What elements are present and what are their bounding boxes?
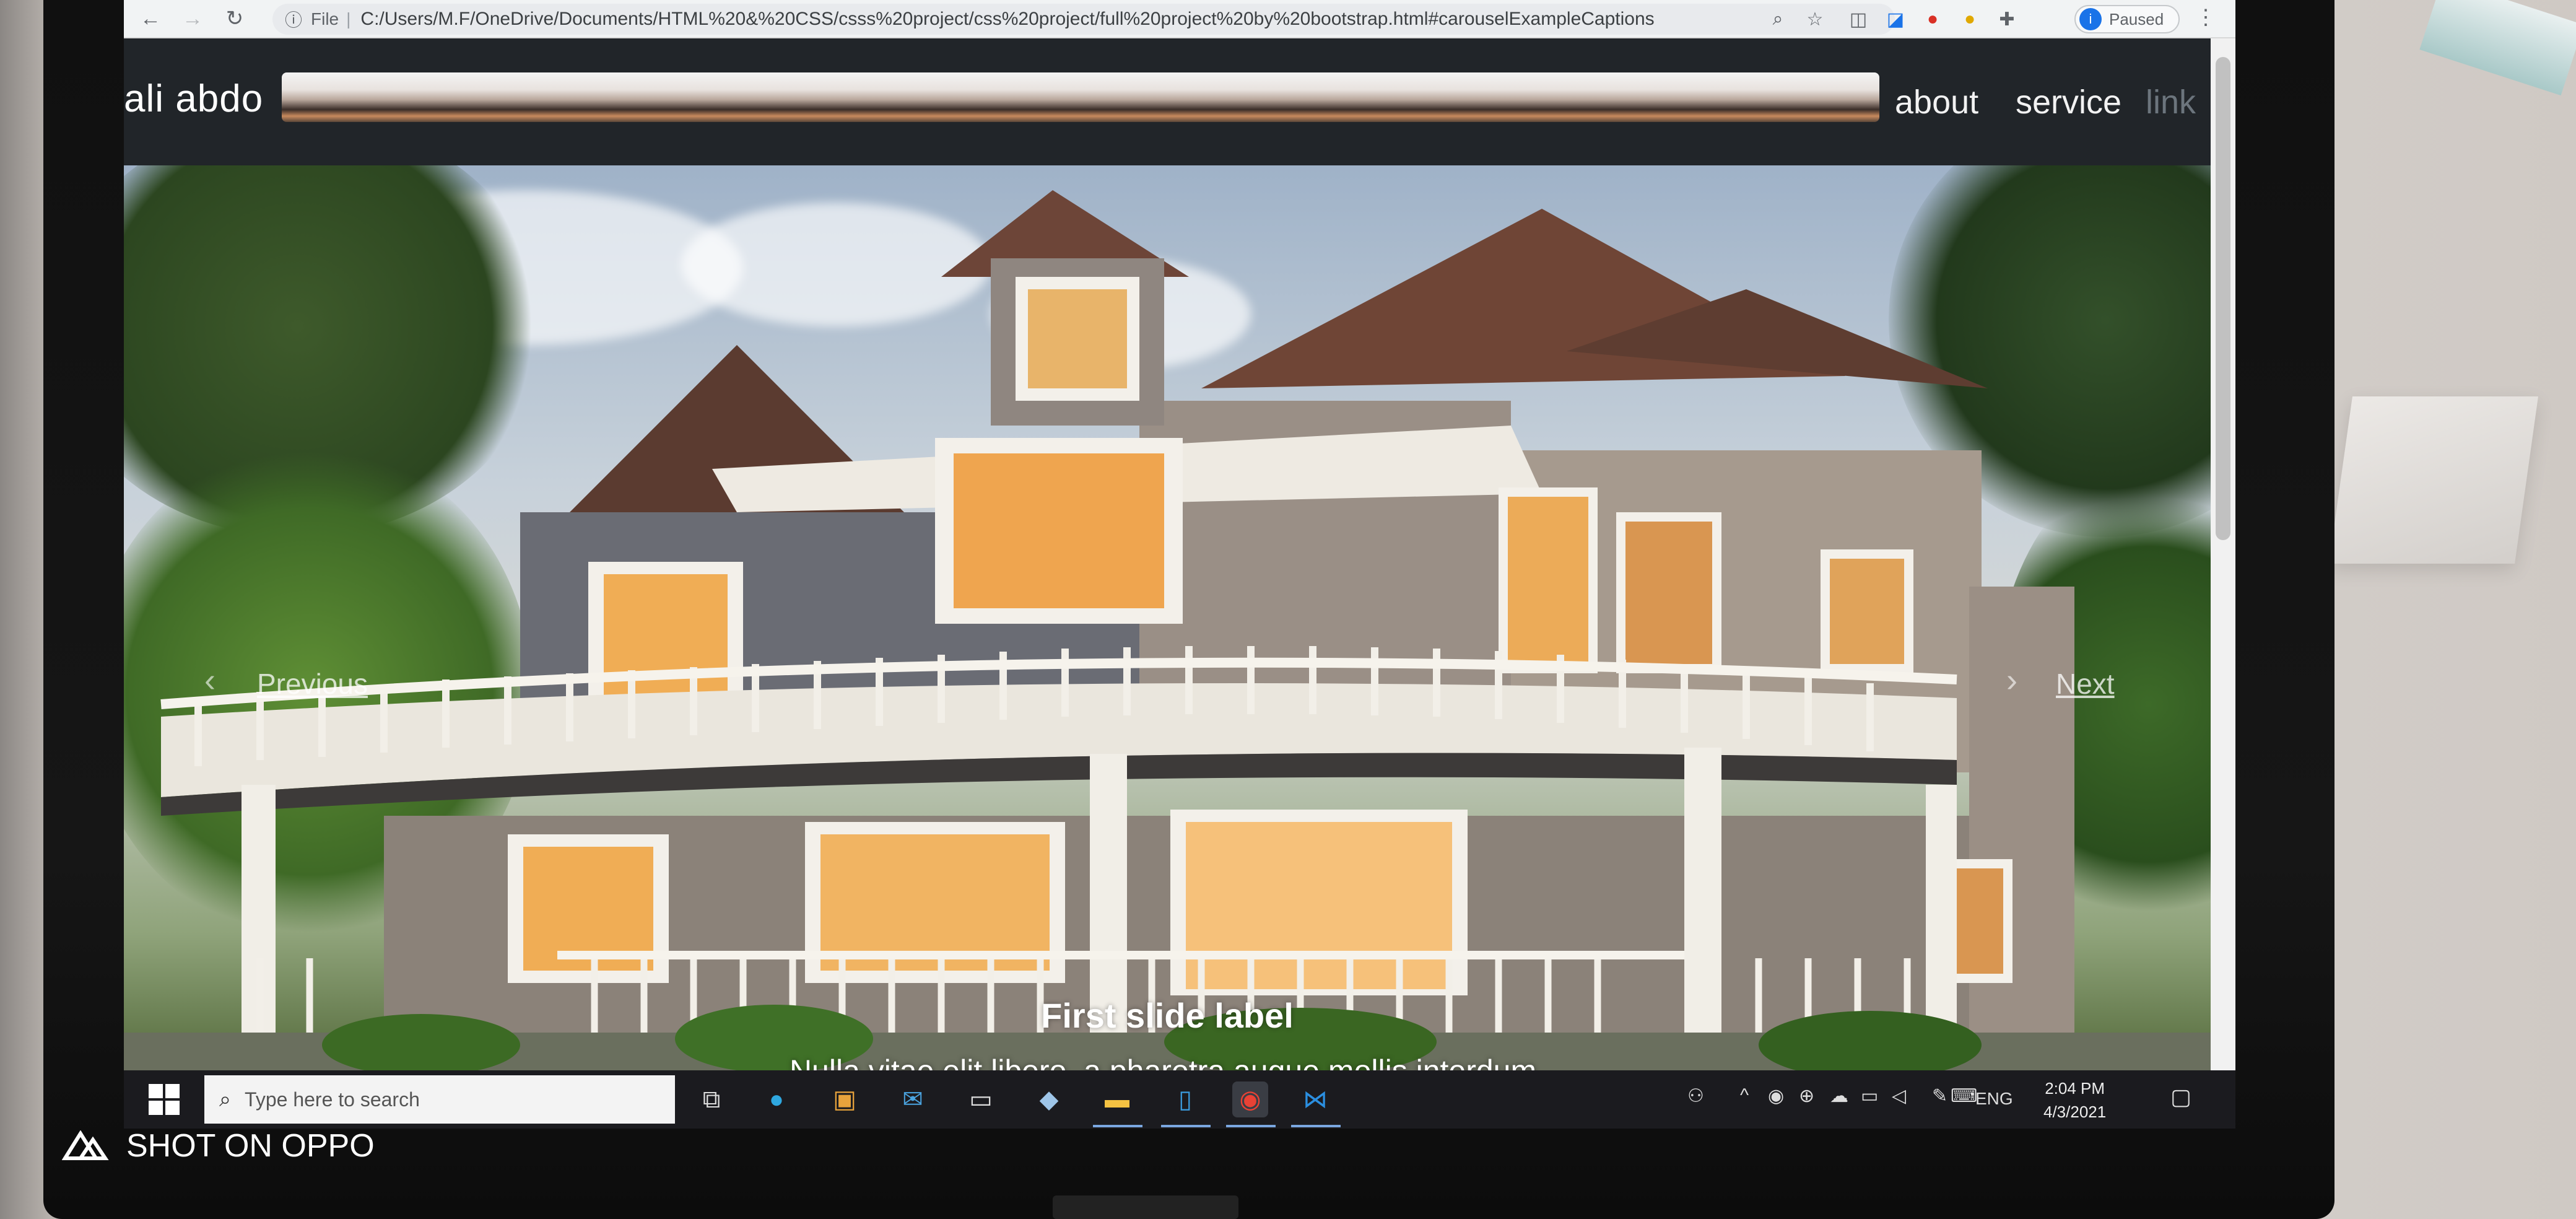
navbar: ali abdo about service link bbox=[124, 38, 2211, 165]
active-app-indicator bbox=[1161, 1125, 1211, 1127]
web-page: ali abdo about service link ‹ Previous ›… bbox=[124, 38, 2211, 1070]
monitor-hinge bbox=[1053, 1195, 1238, 1219]
carousel: ‹ Previous › Next First slide label Null… bbox=[124, 165, 2211, 1070]
page-scrollbar[interactable] bbox=[2211, 38, 2235, 1070]
reload-icon[interactable]: ↻ bbox=[219, 3, 250, 34]
terminal-icon[interactable]: ▭ bbox=[963, 1081, 999, 1117]
active-app-indicator bbox=[1291, 1125, 1341, 1127]
task-view-icon[interactable]: ⧉ bbox=[694, 1081, 729, 1117]
back-icon[interactable]: ← bbox=[135, 3, 166, 34]
chevron-left-icon[interactable]: ‹ bbox=[204, 661, 215, 699]
carousel-caption: First slide label Nulla vitae elit liber… bbox=[124, 995, 2211, 1070]
translate-icon[interactable]: ◪ bbox=[1882, 6, 1908, 32]
photo-background: ← → ↻ ⓘ File | C:/Users/M.F/OneDrive/Doc… bbox=[0, 0, 2576, 1219]
keyboard-icon[interactable]: ⌨ bbox=[1951, 1085, 1977, 1107]
puzzle-icon[interactable]: ✚ bbox=[1994, 6, 2020, 32]
search-placeholder: Type here to search bbox=[245, 1088, 420, 1111]
info-icon[interactable]: ⓘ bbox=[285, 7, 302, 32]
taskbar-search-input[interactable]: ⌕ Type here to search bbox=[204, 1075, 675, 1124]
avatar: i bbox=[2079, 8, 2102, 30]
cloud-icon[interactable]: ☁ bbox=[1830, 1085, 1848, 1107]
file-explorer-icon[interactable]: ▬ bbox=[1099, 1081, 1135, 1117]
search-icon: ⌕ bbox=[219, 1087, 232, 1111]
navbar-brand[interactable]: ali abdo bbox=[124, 77, 263, 121]
camera-logo-icon bbox=[62, 1130, 109, 1160]
url-separator: | bbox=[346, 9, 351, 28]
notification-icon[interactable]: ▢ bbox=[2170, 1084, 2191, 1110]
caption-title: First slide label bbox=[1041, 996, 1294, 1035]
screen: ← → ↻ ⓘ File | C:/Users/M.F/OneDrive/Doc… bbox=[124, 0, 2235, 1129]
carousel-next-button[interactable]: Next bbox=[2056, 667, 2115, 701]
record-icon[interactable]: ◉ bbox=[1768, 1085, 1784, 1107]
address-bar[interactable]: ⓘ File | C:/Users/M.F/OneDrive/Documents… bbox=[272, 4, 1895, 35]
forward-icon[interactable]: → bbox=[177, 3, 208, 34]
nav-link-service[interactable]: service bbox=[2016, 83, 2121, 121]
vscode-icon[interactable]: ⋈ bbox=[1297, 1081, 1333, 1117]
bookmark-star-icon[interactable]: ☆ bbox=[1802, 6, 1828, 32]
mail-icon[interactable]: ✉ bbox=[895, 1081, 931, 1117]
store-icon[interactable]: ▣ bbox=[827, 1081, 863, 1117]
url-scheme-label: File bbox=[311, 9, 339, 28]
adblock-icon[interactable]: ● bbox=[1920, 6, 1946, 32]
profile-button[interactable]: i Paused bbox=[2074, 5, 2180, 33]
carousel-prev-button[interactable]: Previous bbox=[257, 667, 368, 701]
clock-time: 2:04 PM bbox=[2045, 1079, 2105, 1098]
navbar-search-input[interactable] bbox=[282, 72, 1879, 122]
nav-link-about[interactable]: about bbox=[1895, 83, 1978, 121]
menu-icon[interactable]: ⋮ bbox=[2195, 5, 2216, 30]
chrome-icon[interactable]: ◉ bbox=[1232, 1081, 1268, 1117]
extension-icon[interactable]: ◫ bbox=[1845, 6, 1871, 32]
clock[interactable]: 2:04 PM 4/3/2021 bbox=[2043, 1077, 2106, 1124]
browser-toolbar: ← → ↻ ⓘ File | C:/Users/M.F/OneDrive/Doc… bbox=[124, 0, 2235, 38]
caption-text: Nulla vitae elit libero, a pharetra augu… bbox=[124, 1053, 2211, 1070]
desk-object bbox=[2329, 396, 2538, 564]
camera-watermark: SHOT ON OPPO bbox=[62, 1127, 375, 1164]
sync-status: Paused bbox=[2109, 9, 2164, 28]
windows-start-icon[interactable] bbox=[149, 1084, 180, 1115]
taskbar: ⌕ Type here to search ⧉ ● ▣ ✉ ▭ ◆ ▬ ▯ ◉ … bbox=[124, 1070, 2235, 1129]
pen-icon[interactable]: ✎ bbox=[1932, 1085, 1947, 1107]
active-app-indicator bbox=[1226, 1125, 1276, 1127]
volume-icon[interactable]: ◁ bbox=[1892, 1085, 1906, 1107]
battery-icon[interactable]: ▭ bbox=[1861, 1085, 1878, 1107]
edge-icon[interactable]: ● bbox=[759, 1081, 794, 1117]
phone-app-icon[interactable]: ▯ bbox=[1167, 1081, 1203, 1117]
house-illustration bbox=[124, 190, 2211, 1070]
3d-viewer-icon[interactable]: ◆ bbox=[1031, 1081, 1067, 1117]
globe-icon[interactable]: ⊕ bbox=[1799, 1085, 1814, 1107]
scrollbar-thumb[interactable] bbox=[2216, 57, 2230, 540]
nav-link-disabled[interactable]: link bbox=[2146, 83, 2196, 121]
url-text[interactable]: C:/Users/M.F/OneDrive/Documents/HTML%20&… bbox=[360, 9, 1654, 30]
clock-date: 4/3/2021 bbox=[2043, 1103, 2107, 1121]
cookie-icon[interactable]: ● bbox=[1957, 6, 1983, 32]
watermark-text: SHOT ON OPPO bbox=[126, 1128, 375, 1164]
active-app-indicator bbox=[1093, 1125, 1142, 1127]
zoom-icon[interactable]: ⌕ bbox=[1765, 6, 1791, 32]
chevron-right-icon[interactable]: › bbox=[2006, 661, 2017, 699]
chevron-up-icon[interactable]: ^ bbox=[1740, 1085, 1749, 1106]
desk-object bbox=[2419, 0, 2576, 96]
language-indicator[interactable]: ENG bbox=[1975, 1089, 2013, 1109]
people-icon[interactable]: ⚇ bbox=[1687, 1085, 1704, 1107]
